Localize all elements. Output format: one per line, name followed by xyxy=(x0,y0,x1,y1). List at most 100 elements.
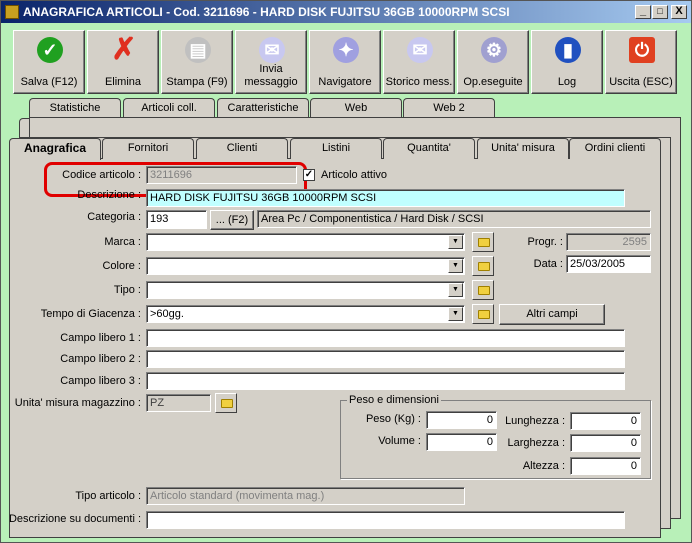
book-search-icon: ▮ xyxy=(555,37,581,63)
folder-icon[interactable] xyxy=(472,232,494,252)
larghezza-input[interactable]: 0 xyxy=(570,434,641,452)
codice-input[interactable]: 3211696 xyxy=(146,166,297,184)
close-button[interactable]: X xyxy=(671,5,687,19)
toolbar-label: Log xyxy=(557,76,577,88)
tab-statistiche[interactable]: Statistiche xyxy=(29,98,121,119)
tab-ordini-clienti[interactable]: Ordini clienti xyxy=(569,138,661,159)
marca-label: Marca : xyxy=(104,236,141,248)
categoria-lookup-button[interactable]: ... (F2) xyxy=(210,210,254,230)
progr-label: Progr. : xyxy=(527,236,563,248)
title-bar: ANAGRAFICA ARTICOLI - Cod. 3211696 - HAR… xyxy=(1,1,691,23)
um-label: Unita' misura magazzino : xyxy=(14,397,141,409)
toolbar-button-storico-mess[interactable]: ✉ Storico mess. xyxy=(383,30,455,94)
printer-icon: ▤ xyxy=(185,37,211,63)
peso-label: Peso (Kg) : xyxy=(365,413,421,425)
larghezza-label: Larghezza : xyxy=(507,437,565,449)
toolbar-label: Invia messaggio xyxy=(244,63,298,88)
toolbar-button-salva-f12[interactable]: ✓ Salva (F12) xyxy=(13,30,85,94)
data-input[interactable]: 25/03/2005 xyxy=(566,255,651,273)
chevron-down-icon[interactable]: ▼ xyxy=(448,307,463,321)
descrizione-label: Descrizione : xyxy=(77,189,141,201)
toolbar-button-stampa-f9[interactable]: ▤ Stampa (F9) xyxy=(161,30,233,94)
toolbar-button-invia-messaggio[interactable]: ✉ Invia messaggio xyxy=(235,30,307,94)
folder-icon[interactable] xyxy=(472,280,494,300)
campo2-input[interactable] xyxy=(146,350,625,368)
peso-group-title: Peso e dimensioni xyxy=(347,394,441,406)
toolbar-button-navigatore[interactable]: ✦ Navigatore xyxy=(309,30,381,94)
check-icon: ✓ xyxy=(37,37,63,63)
tab-unita-misura[interactable]: Unita' misura xyxy=(477,138,569,159)
toolbar-label: Elimina xyxy=(104,76,142,88)
toolbar-label: Navigatore xyxy=(318,76,372,88)
altri-campi-button[interactable]: Altri campi xyxy=(499,304,605,325)
folder-icon[interactable] xyxy=(472,256,494,276)
codice-label: Codice articolo : xyxy=(62,169,141,181)
tab-fornitori[interactable]: Fornitori xyxy=(102,138,194,159)
tipo-select[interactable]: ▼ xyxy=(146,281,465,299)
tab-clienti[interactable]: Clienti xyxy=(196,138,288,159)
toolbar-label: Stampa (F9) xyxy=(166,76,228,88)
desc-doc-input[interactable] xyxy=(146,511,625,529)
um-input[interactable]: PZ xyxy=(146,394,211,412)
volume-input[interactable]: 0 xyxy=(426,433,497,451)
campo1-input[interactable] xyxy=(146,329,625,347)
toolbar-button-log[interactable]: ▮ Log xyxy=(531,30,603,94)
window-title: ANAGRAFICA ARTICOLI - Cod. 3211696 - HAR… xyxy=(23,5,510,19)
volume-label: Volume : xyxy=(378,435,421,447)
toolbar-button-elimina[interactable]: ✗ Elimina xyxy=(87,30,159,94)
altezza-label: Altezza : xyxy=(522,460,565,472)
envelope-search-icon: ✉ xyxy=(407,37,433,63)
tipo-articolo-label: Tipo articolo : xyxy=(75,490,141,502)
articolo-attivo-label: Articolo attivo xyxy=(321,169,388,181)
chevron-down-icon[interactable]: ▼ xyxy=(448,259,463,273)
chevron-down-icon[interactable]: ▼ xyxy=(448,235,463,249)
folder-icon[interactable] xyxy=(472,304,494,324)
giacenza-value: >60gg. xyxy=(150,308,184,320)
categoria-path: Area Pc / Componentistica / Hard Disk / … xyxy=(257,210,651,228)
x-icon: ✗ xyxy=(111,33,137,66)
peso-input[interactable]: 0 xyxy=(426,411,497,429)
lunghezza-input[interactable]: 0 xyxy=(570,412,641,430)
tipo-label: Tipo : xyxy=(113,284,141,296)
altezza-input[interactable]: 0 xyxy=(570,457,641,475)
progr-input: 2595 xyxy=(566,233,651,251)
giacenza-label: Tempo di Giacenza : xyxy=(40,308,141,320)
tab-quantita[interactable]: Quantita' xyxy=(383,138,475,159)
folder-icon[interactable] xyxy=(215,393,237,413)
descrizione-input[interactable]: HARD DISK FUJITSU 36GB 10000RPM SCSI xyxy=(146,189,625,207)
tab-anagrafica[interactable]: Anagrafica xyxy=(9,138,101,160)
chevron-down-icon[interactable]: ▼ xyxy=(448,283,463,297)
categoria-label: Categoria : xyxy=(87,211,141,223)
articolo-attivo-checkbox[interactable]: ✓ xyxy=(303,169,315,181)
campo2-label: Campo libero 2 : xyxy=(60,353,141,365)
desc-doc-label: Descrizione su documenti : xyxy=(8,513,141,525)
tab-articoli-coll[interactable]: Articoli coll. xyxy=(123,98,215,119)
compass-icon: ✦ xyxy=(333,37,359,63)
colore-select[interactable]: ▼ xyxy=(146,257,465,275)
gears-search-icon: ⚙ xyxy=(481,37,507,63)
campo1-label: Campo libero 1 : xyxy=(60,332,141,344)
maximize-button[interactable]: □ xyxy=(652,5,668,19)
minimize-button[interactable]: _ xyxy=(635,5,651,19)
tipo-articolo-input[interactable]: Articolo standard (movimenta mag.) xyxy=(146,487,465,505)
toolbar-label: Uscita (ESC) xyxy=(609,76,673,88)
toolbar-label: Salva (F12) xyxy=(20,76,78,88)
toolbar-button-op-eseguite[interactable]: ⚙ Op.eseguite xyxy=(457,30,529,94)
tab-caratteristiche[interactable]: Caratteristiche xyxy=(217,98,309,119)
tab-web-2[interactable]: Web 2 xyxy=(403,98,495,119)
data-label: Data : xyxy=(533,258,563,270)
campo3-label: Campo libero 3 : xyxy=(60,375,141,387)
toolbar-button-uscita-esc[interactable]: ⏻ Uscita (ESC) xyxy=(605,30,677,94)
tab-web[interactable]: Web xyxy=(310,98,402,119)
campo3-input[interactable] xyxy=(146,372,625,390)
window: ANAGRAFICA ARTICOLI - Cod. 3211696 - HAR… xyxy=(0,0,692,543)
marca-select[interactable]: ▼ xyxy=(146,233,465,251)
categoria-input[interactable]: 193 xyxy=(146,210,207,229)
envelope-pen-icon: ✉ xyxy=(259,37,285,63)
tab-listini[interactable]: Listini xyxy=(290,138,382,159)
toolbar-label: Op.eseguite xyxy=(463,76,523,88)
giacenza-select[interactable]: >60gg. ▼ xyxy=(146,305,465,323)
colore-label: Colore : xyxy=(102,260,141,272)
app-icon xyxy=(5,5,19,19)
power-icon: ⏻ xyxy=(629,37,655,63)
